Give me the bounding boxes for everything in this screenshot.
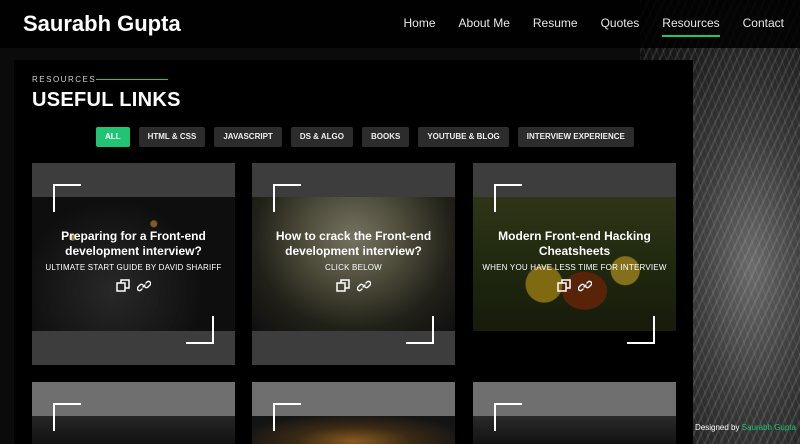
corner-frame-icon	[186, 316, 214, 344]
link-icon[interactable]	[577, 279, 593, 293]
corner-frame-icon	[494, 403, 522, 431]
card-title: How to crack the Front-end development i…	[275, 229, 432, 258]
nav-resume[interactable]: Resume	[533, 16, 578, 30]
resource-card[interactable]	[252, 382, 455, 444]
nav-about[interactable]: About Me	[459, 16, 510, 30]
card-subtitle: WHEN YOU HAVE LESS TIME FOR INTERVIEW	[482, 263, 667, 272]
card-title: Preparing for a Front-end development in…	[61, 229, 206, 258]
filter-youtube-blog[interactable]: YOUTUBE & BLOG	[418, 127, 509, 147]
section-divider	[96, 79, 168, 80]
filter-bar: ALL HTML & CSS JAVASCRIPT DS & ALGO BOOK…	[96, 127, 643, 147]
resource-card[interactable]: How to crack the Front-end development i…	[252, 163, 455, 365]
card-title: Modern Front-end Hacking Cheatsheets	[498, 229, 651, 258]
link-icon[interactable]	[136, 279, 152, 293]
filter-javascript[interactable]: JAVASCRIPT	[214, 127, 282, 147]
filter-interview-experience[interactable]: INTERVIEW EXPERIENCE	[517, 127, 634, 147]
card-subtitle: CLICK BELOW	[325, 263, 382, 272]
resource-card[interactable]	[473, 382, 676, 444]
nav-resources[interactable]: Resources	[662, 16, 721, 37]
filter-books[interactable]: BOOKS	[361, 127, 410, 147]
site-header: Saurabh Gupta Home About Me Resume Quote…	[0, 0, 800, 48]
corner-frame-icon	[627, 316, 655, 344]
filter-ds-algo[interactable]: DS & ALGO	[290, 127, 353, 147]
resource-card[interactable]	[32, 382, 235, 444]
nav-contact[interactable]: Contact	[743, 16, 784, 30]
filter-all[interactable]: ALL	[96, 127, 130, 147]
corner-frame-icon	[273, 403, 301, 431]
resource-card[interactable]: Modern Front-end Hacking Cheatsheets WHE…	[473, 163, 676, 365]
gallery-icon[interactable]	[336, 279, 350, 293]
card-subtitle: ULTIMATE START GUIDE BY DAVID SHARIFF	[45, 263, 222, 272]
nav-quotes[interactable]: Quotes	[601, 16, 640, 30]
site-brand[interactable]: Saurabh Gupta	[23, 11, 181, 37]
corner-frame-icon	[273, 184, 301, 212]
corner-frame-icon	[494, 184, 522, 212]
section-title: USEFUL LINKS	[32, 89, 181, 111]
gallery-icon[interactable]	[116, 279, 130, 293]
resource-card[interactable]: Preparing for a Front-end development in…	[32, 163, 235, 365]
gallery-icon[interactable]	[557, 279, 571, 293]
corner-frame-icon	[53, 184, 81, 212]
corner-frame-icon	[53, 403, 81, 431]
nav-home[interactable]: Home	[404, 16, 436, 30]
footer-credit: Designed by Saurabh Gupta	[695, 423, 796, 432]
main-nav: Home About Me Resume Quotes Resources Co…	[381, 16, 784, 37]
credit-name-link[interactable]: Saurabh Gupta	[742, 423, 796, 432]
link-icon[interactable]	[356, 279, 372, 293]
section-tag: RESOURCES	[32, 75, 97, 84]
corner-frame-icon	[406, 316, 434, 344]
filter-html-css[interactable]: HTML & CSS	[138, 127, 206, 147]
credit-prefix: Designed by	[695, 423, 740, 432]
